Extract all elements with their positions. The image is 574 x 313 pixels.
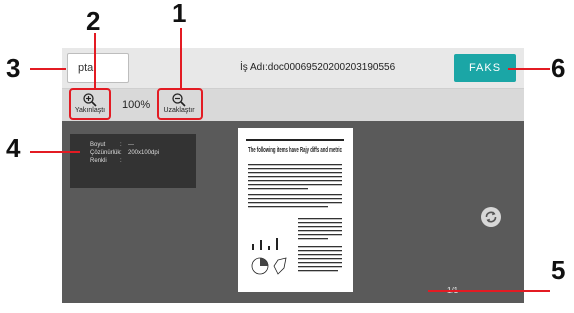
callout-line-5 <box>428 290 550 292</box>
callout-number-6: 6 <box>551 53 566 83</box>
zoom-in-highlight <box>69 88 111 120</box>
document-info-panel: Boyut: --- Çözünürlük: 200x100dpi Renkli: <box>70 134 196 188</box>
info-value: --- <box>128 142 134 148</box>
callout-line-4 <box>30 151 80 153</box>
fax-preview-screen: ptal İş Adı:doc00069520200203190556 FAKS… <box>62 48 524 303</box>
zoom-toolbar: Yakınlaştı 100% Uzaklaştır <box>62 89 524 121</box>
cancel-button[interactable]: ptal <box>67 53 129 83</box>
callout-number-1: 1 <box>172 0 187 28</box>
info-value: 200x100dpi <box>128 150 160 156</box>
callout-line-6 <box>508 68 550 70</box>
callout-line-1 <box>180 28 182 88</box>
callout-number-3: 3 <box>6 53 21 83</box>
job-name: İş Adı:doc00069520200203190556 <box>240 62 396 73</box>
preview-heading: The following items have Rajy diffs and … <box>248 147 342 154</box>
info-row-resolution: Çözünürlük: 200x100dpi <box>90 150 160 156</box>
callout-number-5: 5 <box>551 255 566 285</box>
info-row-color: Renkli: <box>90 158 122 164</box>
rotate-icon <box>485 211 497 223</box>
info-row-size: Boyut: --- <box>90 142 134 148</box>
callout-line-2 <box>94 33 96 88</box>
zoom-level: 100% <box>122 99 151 111</box>
info-key: Renkli <box>90 158 107 164</box>
fax-button[interactable]: FAKS <box>454 54 516 82</box>
page-content: The following items have Rajy diffs and … <box>246 139 344 275</box>
rotate-button[interactable] <box>481 207 501 227</box>
info-key: Çözünürlük <box>90 150 121 156</box>
zoom-out-highlight <box>157 88 203 120</box>
callout-number-4: 4 <box>6 133 21 163</box>
document-page-preview[interactable]: The following items have Rajy diffs and … <box>238 128 353 292</box>
callout-line-3 <box>30 68 66 70</box>
info-key: Boyut <box>90 142 106 148</box>
top-bar: ptal İş Adı:doc00069520200203190556 FAKS <box>62 48 524 89</box>
